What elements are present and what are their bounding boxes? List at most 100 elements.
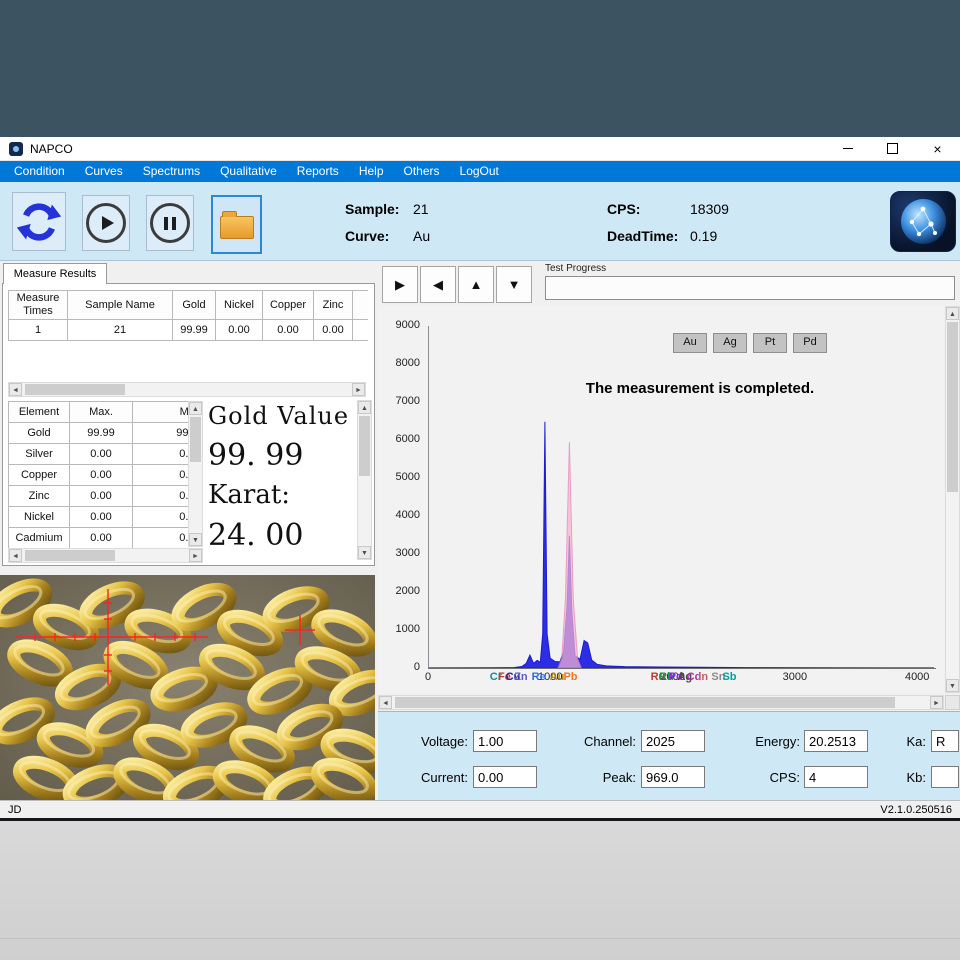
element-vscroll[interactable]: ▲▼: [188, 401, 203, 547]
column-header[interactable]: Gold: [173, 291, 216, 320]
column-header[interactable]: Ruthenium: [353, 291, 369, 320]
table-row[interactable]: Nickel0.000.00: [9, 507, 189, 528]
energy-input[interactable]: [804, 730, 868, 752]
peak-label: Peak:: [560, 770, 636, 785]
desktop-bottom-band: [0, 821, 960, 960]
menu-item-reports[interactable]: Reports: [287, 161, 349, 182]
element-table-grid: ElementMax.Min.Gold99.9999.99Silver0.000…: [8, 401, 188, 548]
scroll-thumb[interactable]: [359, 416, 370, 476]
ka-input[interactable]: [931, 730, 959, 752]
element-marker-sb: Sb: [722, 671, 736, 683]
scroll-arrow-right-icon[interactable]: ►: [352, 383, 365, 396]
table-row[interactable]: Copper0.000.00: [9, 465, 189, 486]
scroll-arrow-up-icon[interactable]: ▲: [946, 307, 959, 320]
molecule-icon: [901, 199, 946, 244]
column-header[interactable]: Element: [9, 402, 70, 423]
start-button[interactable]: [82, 195, 130, 251]
column-header[interactable]: Max.: [70, 402, 133, 423]
energy-label: Energy:: [730, 734, 800, 749]
menu-item-condition[interactable]: Condition: [4, 161, 75, 182]
y-tick-label: 9000: [376, 319, 420, 331]
element-table: ElementMax.Min.Gold99.9999.99Silver0.000…: [8, 401, 188, 548]
scroll-arrow-left-icon[interactable]: ◄: [9, 383, 22, 396]
chart-nav-left-button[interactable]: ◀: [420, 266, 456, 303]
voltage-input[interactable]: [473, 730, 537, 752]
x-axis-line: [428, 668, 936, 669]
element-hscroll[interactable]: ◄►: [8, 548, 203, 563]
table-cell: 0.00: [314, 320, 353, 341]
chart-nav-right-button[interactable]: ▶: [382, 266, 418, 303]
scroll-arrow-down-icon[interactable]: ▼: [358, 546, 371, 559]
scroll-arrow-up-icon[interactable]: ▲: [358, 401, 371, 414]
scroll-arrow-right-icon[interactable]: ►: [930, 696, 943, 709]
table-cell: 0.00: [133, 486, 189, 507]
measure-hscroll[interactable]: ◄►: [8, 382, 366, 397]
series-au-spectrum: [429, 422, 934, 668]
scroll-arrow-up-icon[interactable]: ▲: [189, 402, 202, 415]
table-cell: 0.00: [70, 444, 133, 465]
table-cell: Zinc: [9, 486, 70, 507]
table-cell: 0.00: [70, 528, 133, 549]
y-tick-label: 2000: [376, 585, 420, 597]
column-header[interactable]: Measure Times: [9, 291, 68, 320]
current-input[interactable]: [473, 766, 537, 788]
statusbar-version: V2.1.0.250516: [880, 804, 952, 816]
scroll-thumb[interactable]: [25, 384, 125, 395]
open-button[interactable]: [211, 195, 262, 254]
kb-input[interactable]: [931, 766, 959, 788]
chart-nav-up-button[interactable]: ▲: [458, 266, 494, 303]
current-label: Current:: [395, 770, 468, 785]
desktop-top-band: [0, 0, 960, 137]
column-header[interactable]: Nickel: [216, 291, 263, 320]
column-header[interactable]: Zinc: [314, 291, 353, 320]
scroll-thumb[interactable]: [190, 417, 201, 462]
table-row[interactable]: Cadmium0.000.00: [9, 528, 189, 549]
scroll-thumb[interactable]: [25, 550, 115, 561]
scroll-thumb[interactable]: [947, 322, 958, 492]
table-cell: Gold: [9, 423, 70, 444]
table-cell: 0.00: [133, 465, 189, 486]
column-header[interactable]: Sample Name: [68, 291, 173, 320]
pause-button[interactable]: [146, 195, 194, 251]
scroll-arrow-left-icon[interactable]: ◄: [9, 549, 22, 562]
table-cell: 0.00: [353, 320, 369, 341]
cps-label: CPS:: [607, 201, 640, 217]
table-row[interactable]: Gold99.9999.99: [9, 423, 189, 444]
table-row[interactable]: Silver0.000.00: [9, 444, 189, 465]
scroll-arrow-down-icon[interactable]: ▼: [946, 679, 959, 692]
menu-item-curves[interactable]: Curves: [75, 161, 133, 182]
y-tick-label: 0: [376, 661, 420, 673]
gold-vscroll[interactable]: ▲▼: [357, 400, 372, 560]
close-button[interactable]: ×: [915, 137, 960, 161]
maximize-icon: [887, 143, 898, 154]
window-title: NAPCO: [30, 142, 73, 156]
cps-input[interactable]: [804, 766, 868, 788]
channel-input[interactable]: [641, 730, 705, 752]
scroll-arrow-left-icon[interactable]: ◄: [379, 696, 392, 709]
scroll-arrow-down-icon[interactable]: ▼: [189, 533, 202, 546]
table-cell: 99.99: [173, 320, 216, 341]
scroll-thumb[interactable]: [395, 697, 895, 708]
peak-input[interactable]: [641, 766, 705, 788]
chart-hscroll[interactable]: ◄►: [378, 695, 944, 710]
chart-vscroll[interactable]: ▲▼: [945, 306, 960, 693]
sample-label: Sample:: [345, 201, 399, 217]
tab-measure-results[interactable]: Measure Results: [3, 263, 107, 284]
menu-item-others[interactable]: Others: [394, 161, 450, 182]
refresh-icon: [15, 198, 63, 246]
header-row: Measure TimesSample NameGoldNickelCopper…: [9, 291, 369, 320]
refresh-button[interactable]: [12, 192, 66, 251]
menu-item-logout[interactable]: LogOut: [450, 161, 509, 182]
table-row[interactable]: Zinc0.000.00: [9, 486, 189, 507]
table-row[interactable]: 12199.990.000.000.000.00: [9, 320, 369, 341]
minimize-button[interactable]: [825, 137, 870, 161]
maximize-button[interactable]: [870, 137, 915, 161]
menu-item-spectrums[interactable]: Spectrums: [133, 161, 210, 182]
menu-item-help[interactable]: Help: [349, 161, 394, 182]
scroll-arrow-right-icon[interactable]: ►: [189, 549, 202, 562]
chart-nav-down-button[interactable]: ▼: [496, 266, 532, 303]
menu-item-qualitative[interactable]: Qualitative: [210, 161, 287, 182]
column-header[interactable]: Min.: [133, 402, 189, 423]
acquisition-panel: Voltage: Channel: Energy: Ka: Current: P…: [378, 711, 960, 800]
column-header[interactable]: Copper: [263, 291, 314, 320]
